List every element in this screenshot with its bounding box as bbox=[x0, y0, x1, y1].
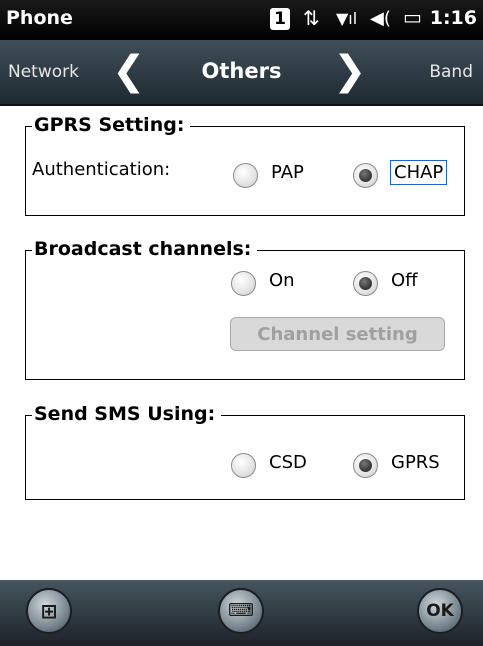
chap-label[interactable]: CHAP bbox=[390, 160, 448, 185]
notification-badge[interactable]: 1 bbox=[270, 8, 290, 30]
windows-start-icon[interactable]: ⊞ bbox=[26, 588, 72, 634]
on-radio[interactable] bbox=[231, 271, 256, 296]
csd-radio[interactable] bbox=[231, 453, 256, 478]
send-sms-group: Send SMS Using: CSD GPRS bbox=[25, 402, 465, 500]
data-connection-icon[interactable]: ⇅ bbox=[303, 6, 320, 30]
battery-icon[interactable]: ▭ bbox=[403, 5, 422, 29]
channel-setting-button[interactable]: Channel setting bbox=[230, 317, 445, 351]
ok-button[interactable]: OK bbox=[417, 588, 463, 634]
on-label[interactable]: On bbox=[269, 270, 295, 291]
gprs-label[interactable]: GPRS bbox=[391, 452, 440, 473]
page-title: Others bbox=[201, 59, 282, 83]
broadcast-channels-legend: Broadcast channels: bbox=[32, 237, 258, 261]
volume-icon[interactable]: ◀( bbox=[370, 8, 391, 29]
chevron-right-icon[interactable]: ❯ bbox=[333, 48, 367, 94]
tab-header: Network ❮ Others ❯ Band bbox=[0, 40, 483, 106]
tab-next-label[interactable]: Band bbox=[429, 62, 473, 82]
broadcast-channels-group: Broadcast channels: On Off bbox=[25, 237, 465, 380]
pap-radio[interactable] bbox=[233, 163, 258, 188]
signal-icon[interactable]: ▼ıl bbox=[336, 9, 357, 28]
off-label[interactable]: Off bbox=[391, 270, 418, 291]
status-bar: Phone 1 ⇅ ▼ıl ◀( ▭ 1:16 bbox=[0, 0, 483, 40]
app-name: Phone bbox=[6, 7, 73, 29]
gprs-radio[interactable] bbox=[353, 453, 378, 478]
off-radio[interactable] bbox=[353, 271, 378, 296]
pap-label[interactable]: PAP bbox=[271, 162, 304, 183]
keyboard-icon[interactable]: ⌨ bbox=[218, 588, 264, 634]
chap-radio[interactable] bbox=[353, 163, 378, 188]
send-sms-legend: Send SMS Using: bbox=[32, 402, 222, 426]
authentication-label: Authentication: bbox=[32, 159, 171, 180]
gprs-setting-group: GPRS Setting: Authentication: PAP CHAP bbox=[25, 113, 465, 216]
csd-label[interactable]: CSD bbox=[269, 452, 307, 473]
gprs-setting-legend: GPRS Setting: bbox=[32, 113, 191, 137]
bottom-bar: ⊞ ⌨ OK bbox=[0, 580, 483, 646]
clock[interactable]: 1:16 bbox=[430, 7, 477, 29]
